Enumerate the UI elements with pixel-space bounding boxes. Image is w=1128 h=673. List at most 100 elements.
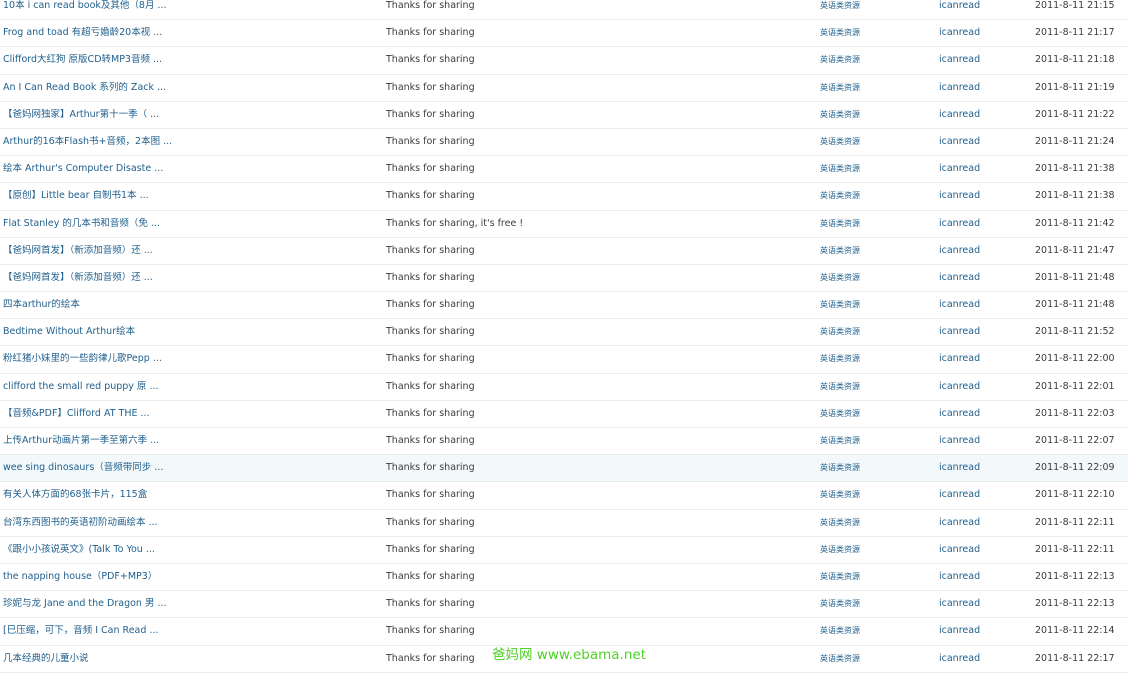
thread-title-link[interactable]: Bedtime Without Arthur绘本 <box>3 326 375 338</box>
forum-link[interactable]: 英语类资源 <box>820 435 920 447</box>
author-link[interactable]: icanread <box>939 272 1029 284</box>
thread-title-link[interactable]: 【音频&PDF】Clifford AT THE ... <box>3 408 375 420</box>
author-link[interactable]: icanread <box>939 435 1029 447</box>
forum-link[interactable]: 英语类资源 <box>820 653 920 665</box>
author-link[interactable]: icanread <box>939 326 1029 338</box>
forum-link[interactable]: 英语类资源 <box>820 190 920 202</box>
reply-message: Thanks for sharing <box>386 598 475 610</box>
reply-message: Thanks for sharing <box>386 81 475 93</box>
author-link[interactable]: icanread <box>939 544 1029 556</box>
forum-link[interactable]: 英语类资源 <box>820 462 920 474</box>
author-link[interactable]: icanread <box>939 353 1029 365</box>
thread-title-link[interactable]: 有关人体方面的68张卡片，115盒 <box>3 489 375 501</box>
thread-title-link[interactable]: 几本经典的儿童小说 <box>3 653 375 665</box>
table-row: 台湾东西图书的英语初阶动画绘本 ... Thanks for sharing 英语类… <box>0 509 1128 537</box>
thread-title-link[interactable]: 【原创】Little bear 自制书1本 ... <box>3 190 375 202</box>
post-date: 2011-8-11 21:48 <box>1035 299 1115 311</box>
thread-title-link[interactable]: Clifford大红狗 原版CD转MP3音频 ... <box>3 54 375 66</box>
forum-link[interactable]: 英语类资源 <box>820 408 920 420</box>
forum-link[interactable]: 英语类资源 <box>820 517 920 529</box>
author-link[interactable]: icanread <box>939 190 1029 202</box>
author-link[interactable]: icanread <box>939 653 1029 665</box>
reply-message: Thanks for sharing <box>386 326 475 338</box>
thread-title-link[interactable]: 四本arthur的绘本 <box>3 299 375 311</box>
author-link[interactable]: icanread <box>939 571 1029 583</box>
author-link[interactable]: icanread <box>939 0 1029 12</box>
forum-link[interactable]: 英语类资源 <box>820 136 920 148</box>
thread-title-link[interactable]: clifford the small red puppy 原 ... <box>3 381 375 393</box>
reply-message: Thanks for sharing <box>386 299 475 311</box>
thread-title-link[interactable]: wee sing dinosaurs（音频带同步 ... <box>3 462 375 474</box>
forum-link[interactable]: 英语类资源 <box>820 272 920 284</box>
author-link[interactable]: icanread <box>939 54 1029 66</box>
author-link[interactable]: icanread <box>939 408 1029 420</box>
forum-link[interactable]: 英语类资源 <box>820 163 920 175</box>
forum-link[interactable]: 英语类资源 <box>820 625 920 637</box>
forum-link[interactable]: 英语类资源 <box>820 218 920 230</box>
reply-message: Thanks for sharing <box>386 435 475 446</box>
table-row: 绘本 Arthur's Computer Disaste ... Thanks f… <box>0 156 1128 184</box>
forum-link[interactable]: 英语类资源 <box>820 27 920 39</box>
thread-title-link[interactable]: 绘本 Arthur's Computer Disaste ... <box>3 163 375 175</box>
thread-title-link[interactable]: 粉红猪小妹里的一些韵律儿歌Pepp ... <box>3 353 375 365</box>
author-link[interactable]: icanread <box>939 625 1029 637</box>
forum-link[interactable]: 英语类资源 <box>820 489 920 501</box>
thread-title-link[interactable]: 《跟小小孩说英文》(Talk To You ... <box>3 544 375 556</box>
forum-link[interactable]: 英语类资源 <box>820 571 920 583</box>
reply-message: Thanks for sharing <box>386 190 475 202</box>
post-date: 2011-8-11 22:01 <box>1035 380 1115 392</box>
forum-link[interactable]: 英语类资源 <box>820 299 920 311</box>
author-link[interactable]: icanread <box>939 218 1029 230</box>
thread-title-link[interactable]: Arthur的16本Flash书+音频，2本图 ... <box>3 136 375 148</box>
thread-title-link[interactable]: [巳压缩，可下，音频 I Can Read ... <box>3 625 375 637</box>
reply-message: Thanks for sharing <box>386 135 475 147</box>
author-link[interactable]: icanread <box>939 27 1029 39</box>
table-row: Arthur的16本Flash书+音频，2本图 ... Thanks for sh… <box>0 128 1128 157</box>
forum-link[interactable]: 英语类资源 <box>820 544 920 556</box>
forum-link[interactable]: 英语类资源 <box>820 82 920 94</box>
forum-link[interactable]: 英语类资源 <box>820 381 920 393</box>
author-link[interactable]: icanread <box>939 489 1029 501</box>
forum-link[interactable]: 英语类资源 <box>820 109 920 121</box>
thread-title-link[interactable]: 【爸妈网独家】Arthur第十一季（ ... <box>3 109 375 121</box>
author-link[interactable]: icanread <box>939 82 1029 94</box>
post-date: 2011-8-11 22:13 <box>1035 570 1115 582</box>
table-row: 【爸妈网首发】（新添加音频）还 ... Thanks for sharing 英语类… <box>0 264 1128 293</box>
table-row: 10本 i can read book及其他（8月 ... Thanks for … <box>0 0 1128 21</box>
forum-link[interactable]: 英语类资源 <box>820 326 920 338</box>
reply-message: Thanks for sharing <box>386 407 475 419</box>
post-date: 2011-8-11 22:11 <box>1035 543 1115 555</box>
thread-title-link[interactable]: An I Can Read Book 系列的 Zack ... <box>3 82 375 94</box>
thread-title-link[interactable]: 【爸妈网首发】（新添加音频）还 ... <box>3 272 375 284</box>
forum-link[interactable]: 英语类资源 <box>820 353 920 365</box>
reply-message: Thanks for sharing, it's free ! <box>386 217 524 229</box>
author-link[interactable]: icanread <box>939 381 1029 393</box>
table-row: 上传Arthur动画片第一季至第六季 ... Thanks for sharing… <box>0 428 1128 456</box>
author-link[interactable]: icanread <box>939 109 1029 121</box>
forum-link[interactable]: 英语类资源 <box>820 598 920 610</box>
forum-link[interactable]: 英语类资源 <box>820 0 920 12</box>
table-row: the napping house（PDF+MP3） Thanks for sha… <box>0 563 1128 592</box>
author-link[interactable]: icanread <box>939 163 1029 175</box>
forum-link[interactable]: 英语类资源 <box>820 245 920 257</box>
thread-title-link[interactable]: Flat Stanley 的几本书和音频（免 ... <box>3 218 375 230</box>
author-link[interactable]: icanread <box>939 245 1029 257</box>
author-link[interactable]: icanread <box>939 136 1029 148</box>
table-row: 【爸妈网首发】（新添加音频）还 ... Thanks for sharing 英语类… <box>0 237 1128 265</box>
thread-title-link[interactable]: Frog and toad 有超亏婚龄20本视 ... <box>3 27 375 39</box>
post-date: 2011-8-11 21:52 <box>1035 326 1115 338</box>
author-link[interactable]: icanread <box>939 517 1029 529</box>
author-link[interactable]: icanread <box>939 462 1029 474</box>
table-row: Bedtime Without Arthur绘本 Thanks for shari… <box>0 319 1128 347</box>
post-date: 2011-8-11 22:17 <box>1035 652 1115 664</box>
forum-link[interactable]: 英语类资源 <box>820 54 920 66</box>
thread-title-link[interactable]: 10本 i can read book及其他（8月 ... <box>3 0 375 12</box>
author-link[interactable]: icanread <box>939 598 1029 610</box>
thread-title-link[interactable]: 珍妮与龙 Jane and the Dragon 男 ... <box>3 598 375 610</box>
thread-title-link[interactable]: 台湾东西图书的英语初阶动画绘本 ... <box>3 517 375 529</box>
author-link[interactable]: icanread <box>939 299 1029 311</box>
reply-message: Thanks for sharing <box>386 380 475 392</box>
thread-title-link[interactable]: 上传Arthur动画片第一季至第六季 ... <box>3 435 375 447</box>
thread-title-link[interactable]: the napping house（PDF+MP3） <box>3 571 375 583</box>
thread-title-link[interactable]: 【爸妈网首发】（新添加音频）还 ... <box>3 245 375 257</box>
